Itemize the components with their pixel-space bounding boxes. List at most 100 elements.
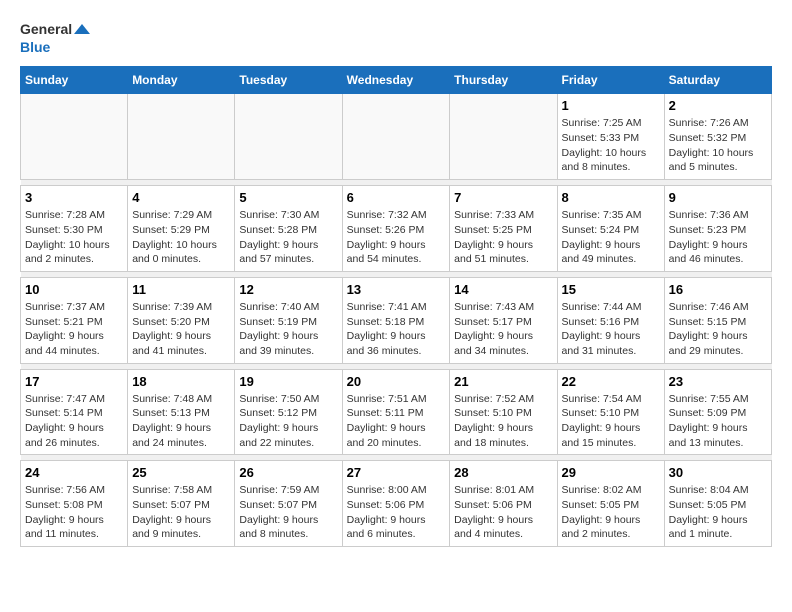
calendar-week-row: 1 Sunrise: 7:25 AM Sunset: 5:33 PM Daylig…	[21, 94, 772, 180]
calendar-table: SundayMondayTuesdayWednesdayThursdayFrid…	[20, 66, 772, 547]
calendar-week-row: 3 Sunrise: 7:28 AM Sunset: 5:30 PM Daylig…	[21, 186, 772, 272]
calendar-cell: 1 Sunrise: 7:25 AM Sunset: 5:33 PM Daylig…	[557, 94, 664, 180]
day-number: 23	[669, 374, 767, 389]
calendar-cell: 15 Sunrise: 7:44 AM Sunset: 5:16 PM Dayli…	[557, 277, 664, 363]
calendar-cell: 14 Sunrise: 7:43 AM Sunset: 5:17 PM Dayli…	[450, 277, 557, 363]
calendar-cell: 26Sunrise: 7:59 AM Sunset: 5:07 PM Dayli…	[235, 461, 342, 547]
day-number: 9	[669, 190, 767, 205]
calendar-cell: 28 Sunrise: 8:01 AM Sunset: 5:06 PM Dayli…	[450, 461, 557, 547]
cell-info: Sunrise: 7:37 AM Sunset: 5:21 PM Dayligh…	[25, 300, 123, 359]
day-number: 25	[132, 465, 230, 480]
day-number: 14	[454, 282, 552, 297]
cell-info: Sunrise: 7:48 AM Sunset: 5:13 PM Dayligh…	[132, 392, 230, 451]
cell-info: Sunrise: 7:46 AM Sunset: 5:15 PM Dayligh…	[669, 300, 767, 359]
calendar-cell: 16Sunrise: 7:46 AM Sunset: 5:15 PM Dayli…	[664, 277, 771, 363]
calendar-cell	[235, 94, 342, 180]
cell-info: Sunrise: 7:50 AM Sunset: 5:12 PM Dayligh…	[239, 392, 337, 451]
day-number: 2	[669, 98, 767, 113]
day-number: 20	[347, 374, 446, 389]
day-number: 6	[347, 190, 446, 205]
calendar-cell: 21 Sunrise: 7:52 AM Sunset: 5:10 PM Dayli…	[450, 369, 557, 455]
day-number: 15	[562, 282, 660, 297]
cell-info: Sunrise: 7:41 AM Sunset: 5:18 PM Dayligh…	[347, 300, 446, 359]
calendar-cell: 29Sunrise: 8:02 AM Sunset: 5:05 PM Dayli…	[557, 461, 664, 547]
cell-info: Sunrise: 7:43 AM Sunset: 5:17 PM Dayligh…	[454, 300, 552, 359]
calendar-cell: 7Sunrise: 7:33 AM Sunset: 5:25 PM Daylig…	[450, 186, 557, 272]
day-number: 19	[239, 374, 337, 389]
day-number: 28	[454, 465, 552, 480]
calendar-cell: 12Sunrise: 7:40 AM Sunset: 5:19 PM Dayli…	[235, 277, 342, 363]
calendar-week-row: 10 Sunrise: 7:37 AM Sunset: 5:21 PM Dayli…	[21, 277, 772, 363]
calendar-cell: 25 Sunrise: 7:58 AM Sunset: 5:07 PM Dayli…	[128, 461, 235, 547]
day-number: 3	[25, 190, 123, 205]
calendar-cell: 8 Sunrise: 7:35 AM Sunset: 5:24 PM Daylig…	[557, 186, 664, 272]
cell-info: Sunrise: 7:36 AM Sunset: 5:23 PM Dayligh…	[669, 208, 767, 267]
calendar-cell: 23Sunrise: 7:55 AM Sunset: 5:09 PM Dayli…	[664, 369, 771, 455]
day-number: 27	[347, 465, 446, 480]
logo: General Blue	[20, 20, 90, 56]
day-number: 17	[25, 374, 123, 389]
cell-info: Sunrise: 7:56 AM Sunset: 5:08 PM Dayligh…	[25, 483, 123, 542]
day-number: 22	[562, 374, 660, 389]
calendar-cell	[21, 94, 128, 180]
weekday-header-cell: Wednesday	[342, 67, 450, 94]
cell-info: Sunrise: 8:01 AM Sunset: 5:06 PM Dayligh…	[454, 483, 552, 542]
day-number: 7	[454, 190, 552, 205]
cell-info: Sunrise: 7:39 AM Sunset: 5:20 PM Dayligh…	[132, 300, 230, 359]
calendar-cell: 20 Sunrise: 7:51 AM Sunset: 5:11 PM Dayli…	[342, 369, 450, 455]
cell-info: Sunrise: 7:52 AM Sunset: 5:10 PM Dayligh…	[454, 392, 552, 451]
cell-info: Sunrise: 7:26 AM Sunset: 5:32 PM Dayligh…	[669, 116, 767, 175]
cell-info: Sunrise: 7:30 AM Sunset: 5:28 PM Dayligh…	[239, 208, 337, 267]
weekday-header-cell: Tuesday	[235, 67, 342, 94]
weekday-header-cell: Friday	[557, 67, 664, 94]
calendar-cell: 11 Sunrise: 7:39 AM Sunset: 5:20 PM Dayli…	[128, 277, 235, 363]
calendar-cell	[128, 94, 235, 180]
calendar-cell: 27Sunrise: 8:00 AM Sunset: 5:06 PM Dayli…	[342, 461, 450, 547]
day-number: 18	[132, 374, 230, 389]
day-number: 8	[562, 190, 660, 205]
cell-info: Sunrise: 7:35 AM Sunset: 5:24 PM Dayligh…	[562, 208, 660, 267]
day-number: 13	[347, 282, 446, 297]
calendar-cell: 24 Sunrise: 7:56 AM Sunset: 5:08 PM Dayli…	[21, 461, 128, 547]
day-number: 26	[239, 465, 337, 480]
calendar-cell: 9 Sunrise: 7:36 AM Sunset: 5:23 PM Daylig…	[664, 186, 771, 272]
cell-info: Sunrise: 7:51 AM Sunset: 5:11 PM Dayligh…	[347, 392, 446, 451]
weekday-header-row: SundayMondayTuesdayWednesdayThursdayFrid…	[21, 67, 772, 94]
cell-info: Sunrise: 7:29 AM Sunset: 5:29 PM Dayligh…	[132, 208, 230, 267]
weekday-header-cell: Monday	[128, 67, 235, 94]
calendar-cell	[450, 94, 557, 180]
calendar-cell: 10 Sunrise: 7:37 AM Sunset: 5:21 PM Dayli…	[21, 277, 128, 363]
day-number: 30	[669, 465, 767, 480]
cell-info: Sunrise: 7:25 AM Sunset: 5:33 PM Dayligh…	[562, 116, 660, 175]
calendar-cell: 3 Sunrise: 7:28 AM Sunset: 5:30 PM Daylig…	[21, 186, 128, 272]
calendar-week-row: 24 Sunrise: 7:56 AM Sunset: 5:08 PM Dayli…	[21, 461, 772, 547]
page-header: General Blue	[20, 20, 772, 56]
calendar-cell: 17 Sunrise: 7:47 AM Sunset: 5:14 PM Dayli…	[21, 369, 128, 455]
logo-text: General Blue	[20, 20, 90, 56]
calendar-body: 1 Sunrise: 7:25 AM Sunset: 5:33 PM Daylig…	[21, 94, 772, 547]
day-number: 10	[25, 282, 123, 297]
cell-info: Sunrise: 7:47 AM Sunset: 5:14 PM Dayligh…	[25, 392, 123, 451]
calendar-cell: 2 Sunrise: 7:26 AM Sunset: 5:32 PM Daylig…	[664, 94, 771, 180]
day-number: 24	[25, 465, 123, 480]
day-number: 1	[562, 98, 660, 113]
cell-info: Sunrise: 7:54 AM Sunset: 5:10 PM Dayligh…	[562, 392, 660, 451]
calendar-cell	[342, 94, 450, 180]
calendar-cell: 6 Sunrise: 7:32 AM Sunset: 5:26 PM Daylig…	[342, 186, 450, 272]
cell-info: Sunrise: 7:58 AM Sunset: 5:07 PM Dayligh…	[132, 483, 230, 542]
day-number: 12	[239, 282, 337, 297]
cell-info: Sunrise: 8:02 AM Sunset: 5:05 PM Dayligh…	[562, 483, 660, 542]
day-number: 11	[132, 282, 230, 297]
weekday-header-cell: Thursday	[450, 67, 557, 94]
day-number: 4	[132, 190, 230, 205]
cell-info: Sunrise: 7:44 AM Sunset: 5:16 PM Dayligh…	[562, 300, 660, 359]
cell-info: Sunrise: 7:28 AM Sunset: 5:30 PM Dayligh…	[25, 208, 123, 267]
calendar-week-row: 17 Sunrise: 7:47 AM Sunset: 5:14 PM Dayli…	[21, 369, 772, 455]
calendar-cell: 18 Sunrise: 7:48 AM Sunset: 5:13 PM Dayli…	[128, 369, 235, 455]
cell-info: Sunrise: 7:32 AM Sunset: 5:26 PM Dayligh…	[347, 208, 446, 267]
calendar-cell: 4 Sunrise: 7:29 AM Sunset: 5:29 PM Daylig…	[128, 186, 235, 272]
day-number: 21	[454, 374, 552, 389]
weekday-header-cell: Saturday	[664, 67, 771, 94]
cell-info: Sunrise: 8:04 AM Sunset: 5:05 PM Dayligh…	[669, 483, 767, 542]
calendar-cell: 19 Sunrise: 7:50 AM Sunset: 5:12 PM Dayli…	[235, 369, 342, 455]
